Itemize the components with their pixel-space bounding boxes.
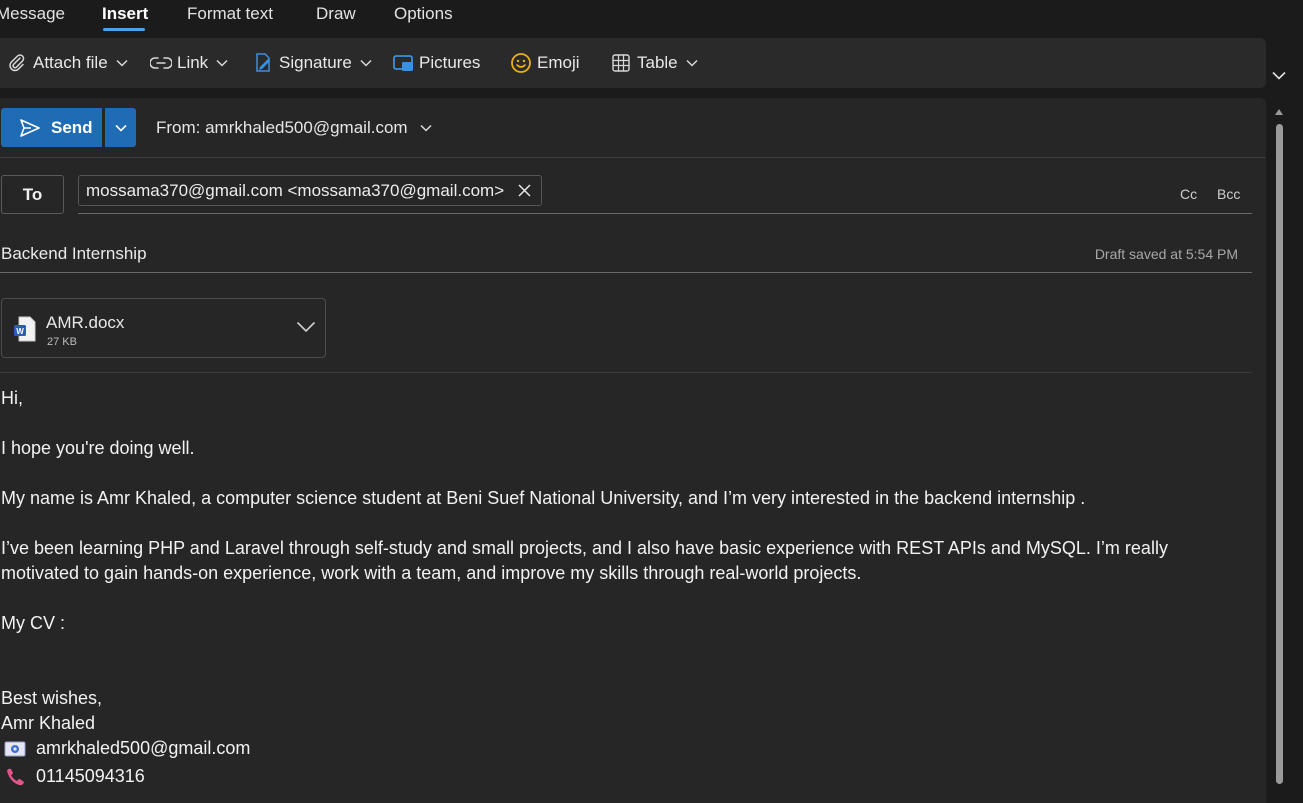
body-paragraph: I hope you're doing well. — [1, 438, 195, 458]
signature-closing: Best wishes, — [1, 688, 103, 708]
emoji-icon — [510, 52, 532, 74]
from-selector[interactable]: From: amrkhaled500@gmail.com — [156, 118, 432, 138]
attachment-card[interactable]: W AMR.docx 27 KB — [1, 298, 326, 358]
attachment-name: AMR.docx — [46, 313, 125, 332]
table-label: Table — [637, 53, 678, 72]
chevron-down-icon — [1272, 67, 1286, 85]
scroll-up-arrow-icon[interactable] — [1274, 103, 1284, 121]
close-icon[interactable] — [518, 184, 531, 197]
signature-icon — [252, 52, 274, 74]
paperclip-icon — [6, 52, 28, 74]
from-label: From: amrkhaled500@gmail.com — [156, 118, 408, 137]
pictures-icon — [392, 52, 414, 74]
draft-status: Draft saved at 5:54 PM — [1094, 246, 1238, 262]
body-paragraph: I’ve been learning PHP and Laravel throu… — [1, 538, 1168, 558]
scrollbar-thumb[interactable] — [1276, 124, 1283, 784]
send-options-button[interactable] — [105, 108, 136, 147]
link-icon — [150, 52, 172, 74]
signature-email[interactable]: amrkhaled500@gmail.com — [1, 738, 250, 759]
signature-phone-text: 01145094316 — [36, 766, 145, 786]
chevron-down-icon — [116, 57, 128, 69]
chevron-down-icon — [216, 57, 228, 69]
tab-insert[interactable]: Insert — [102, 4, 148, 24]
cc-button[interactable]: Cc — [1180, 186, 1197, 202]
divider — [0, 157, 1266, 158]
subject-field[interactable]: Backend Internship — [1, 244, 147, 264]
to-field-underline — [78, 213, 1252, 214]
attach-file-label: Attach file — [33, 53, 108, 72]
send-button-group: Send — [1, 108, 136, 147]
ribbon-expand-button[interactable] — [1269, 66, 1289, 86]
send-label: Send — [51, 117, 93, 137]
emoji-label: Emoji — [537, 53, 580, 72]
send-icon — [19, 118, 41, 138]
signature-email-text: amrkhaled500@gmail.com — [36, 738, 251, 758]
active-tab-indicator — [103, 28, 145, 31]
attach-file-button[interactable]: Attach file — [6, 38, 128, 88]
body-paragraph: My name is Amr Khaled, a computer scienc… — [1, 488, 1086, 508]
body-greeting: Hi, — [1, 388, 23, 408]
body-paragraph: motivated to gain hands-on experience, w… — [1, 563, 862, 583]
emoji-button[interactable]: Emoji — [510, 38, 580, 88]
signature-button[interactable]: Signature — [252, 38, 372, 88]
chevron-down-icon — [686, 57, 698, 69]
divider — [0, 372, 1252, 373]
tab-message[interactable]: Message — [0, 4, 65, 24]
recipient-address: mossama370@gmail.com <mossama370@gmail.c… — [86, 180, 505, 200]
chevron-down-icon — [360, 57, 372, 69]
word-file-icon: W — [13, 316, 37, 347]
link-label: Link — [177, 53, 209, 72]
table-icon — [610, 52, 632, 74]
phone-icon — [4, 768, 28, 786]
compose-pane: Send From: amrkhaled500@gmail.com To mos… — [0, 98, 1266, 803]
subject-underline — [0, 272, 1252, 273]
ribbon-tabs: Message Insert Format text Draw Options — [0, 0, 1303, 32]
to-button[interactable]: To — [1, 175, 64, 214]
chevron-down-icon[interactable] — [296, 321, 316, 333]
tab-draw[interactable]: Draw — [316, 4, 356, 24]
table-button[interactable]: Table — [610, 38, 698, 88]
chevron-down-icon — [420, 124, 432, 132]
signature-phone: 01145094316 — [1, 766, 145, 787]
svg-text:W: W — [16, 327, 24, 336]
tab-options[interactable]: Options — [394, 4, 453, 24]
email-icon — [4, 740, 28, 758]
attachment-size: 27 KB — [47, 336, 77, 348]
bcc-button[interactable]: Bcc — [1217, 186, 1240, 202]
pictures-label: Pictures — [419, 53, 481, 72]
tab-format-text[interactable]: Format text — [187, 4, 273, 24]
signature-name: Amr Khaled — [1, 713, 96, 733]
signature-label: Signature — [279, 53, 352, 72]
chevron-down-icon — [114, 119, 127, 137]
pictures-button[interactable]: Pictures — [392, 38, 480, 88]
insert-ribbon: Attach file Link Signature Pictures Emoj… — [0, 38, 1266, 88]
send-button[interactable]: Send — [1, 108, 102, 147]
body-cv-label: My CV : — [1, 613, 66, 633]
recipient-chip[interactable]: mossama370@gmail.com <mossama370@gmail.c… — [78, 175, 543, 206]
link-button[interactable]: Link — [150, 38, 228, 88]
